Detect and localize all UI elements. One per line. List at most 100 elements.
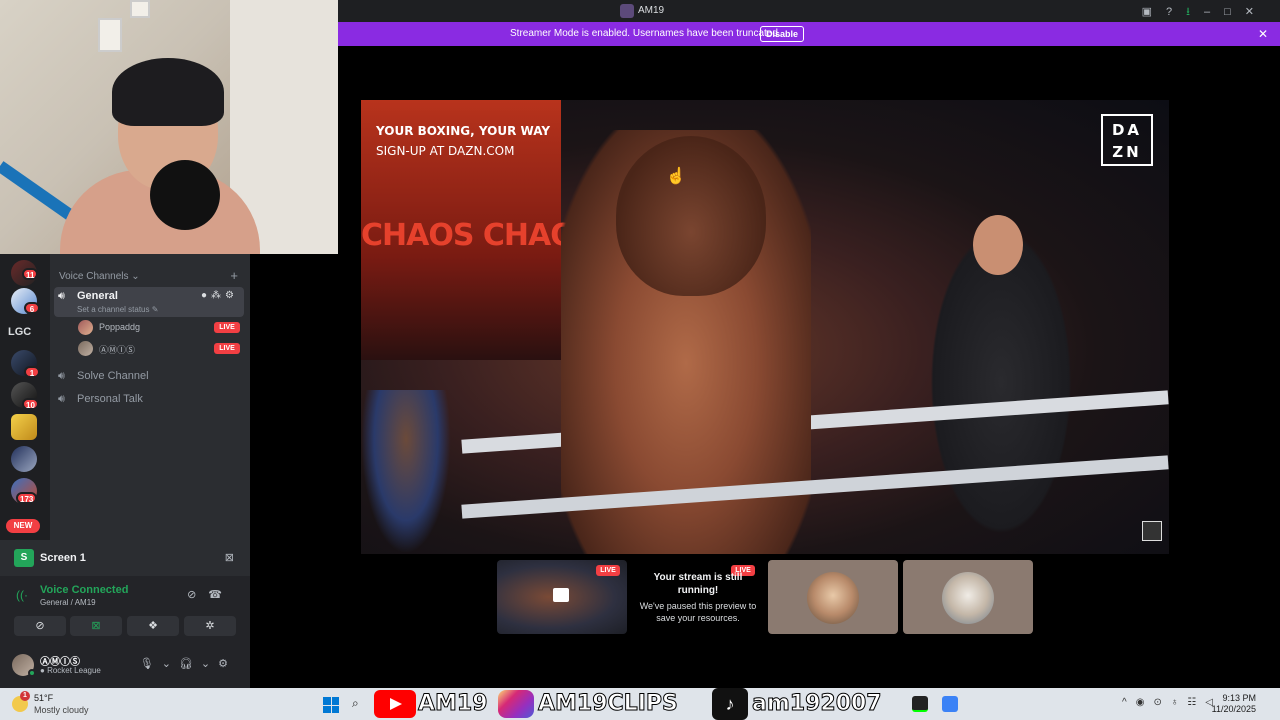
voice-actions: ⊘☎ xyxy=(187,588,234,601)
wall-picture-frame xyxy=(130,0,150,18)
share-screen-button[interactable]: ⊠ xyxy=(70,616,122,636)
window-title: AM19 xyxy=(638,5,665,16)
server-icon[interactable] xyxy=(11,414,37,440)
tray-app-icon[interactable]: ◉ xyxy=(1136,697,1154,708)
youtube-handle: AM19 xyxy=(418,691,489,717)
close-icon[interactable]: ✕ xyxy=(1258,27,1268,41)
referee xyxy=(361,390,451,554)
new-badge[interactable]: NEW xyxy=(6,519,40,533)
channel-sidebar: Voice Channels ⌄ + 🔊︎ General Set a chan… xyxy=(50,254,250,540)
member-name: ⒶⓂⒾⓈ xyxy=(99,345,136,355)
clock-date: 11/20/2025 xyxy=(1211,704,1256,714)
participant-tile[interactable] xyxy=(768,560,898,634)
window-titlebar: AM19 ▣?⭳–□✕ xyxy=(338,0,1280,22)
maximize-button[interactable]: □ xyxy=(1224,6,1245,18)
participant-tile[interactable] xyxy=(903,560,1033,634)
mic-icon[interactable]: ♁ xyxy=(1171,697,1188,708)
screen-share-row[interactable]: S Screen 1 ⊠ xyxy=(0,540,250,576)
tiktok-handle: am192007 xyxy=(752,691,883,717)
paused-preview-tile[interactable]: LIVE Your stream is still running! We've… xyxy=(633,560,763,634)
user-activity: ● Rocket League xyxy=(40,666,101,675)
voice-channel-general[interactable]: 🔊︎ General Set a channel status ✎ ●⁂⚙ xyxy=(54,287,244,317)
streamer-mode-banner: Streamer Mode is enabled. Usernames have… xyxy=(338,22,1280,46)
search-icon[interactable]: ⌕ xyxy=(352,696,359,711)
speaker-lock-icon: 🔊︎ xyxy=(58,393,65,405)
stop-share-icon[interactable]: ⊠ xyxy=(225,551,234,564)
promo-headline: YOUR BOXING, YOUR WAY xyxy=(376,124,551,138)
channel-status[interactable]: Set a channel status ✎ xyxy=(77,305,158,314)
wall-picture-frame xyxy=(98,18,122,52)
banner-text: Streamer Mode is enabled. Usernames have… xyxy=(510,28,781,39)
disconnect-icon[interactable]: ☎ xyxy=(208,589,234,601)
channel-name: Solve Channel xyxy=(77,370,149,382)
system-tray: ^◉⊙♁☷◁ xyxy=(1122,697,1222,708)
weather-temp[interactable]: 51°F xyxy=(34,693,53,703)
avatar xyxy=(78,320,93,335)
category-voice-channels[interactable]: Voice Channels ⌄ xyxy=(59,271,140,282)
voice-channel-solve[interactable]: 🔊︎ Solve Channel xyxy=(54,367,244,387)
live-badge: LIVE xyxy=(214,322,240,333)
notification-badge: 173 xyxy=(16,492,38,504)
member-name: Poppaddg xyxy=(99,322,141,332)
speaker-lock-icon: 🔊︎ xyxy=(58,370,65,382)
activities-button[interactable]: ❖ xyxy=(127,616,179,636)
clock-time: 9:13 PM xyxy=(1222,693,1256,703)
voice-connected-label[interactable]: Voice Connected xyxy=(40,584,128,596)
taskbar-app-icon[interactable] xyxy=(942,696,958,712)
add-channel-icon[interactable]: + xyxy=(230,268,238,283)
soundboard-button[interactable]: ✲ xyxy=(184,616,236,636)
gear-icon[interactable]: ⚙ xyxy=(218,658,236,670)
minimize-button[interactable]: – xyxy=(1204,6,1224,18)
webcam-overlay xyxy=(0,0,338,254)
stream-preview-tile[interactable]: LIVE xyxy=(497,560,627,634)
voice-channel-personal[interactable]: 🔊︎ Personal Talk xyxy=(54,390,244,410)
avatar xyxy=(807,572,859,624)
tiktok-icon: ♪ xyxy=(712,688,748,720)
camera-button[interactable]: ⊘ xyxy=(14,616,66,636)
paused-subtitle: We've paused this preview to save your r… xyxy=(639,601,757,623)
voice-member[interactable]: Poppaddg LIVE xyxy=(78,319,244,337)
avatar xyxy=(78,341,93,356)
weather-condition[interactable]: Mostly cloudy xyxy=(34,705,89,715)
server-label[interactable]: LGC xyxy=(8,326,31,338)
paused-title: Your stream is still running! xyxy=(653,572,743,596)
notification-badge: 11 xyxy=(22,268,39,280)
broadcast-bug-icon xyxy=(1142,521,1162,541)
stream-video[interactable]: CHAOS CHAOS YOUR BOXING, YOUR WAY SIGN-U… xyxy=(361,100,1169,554)
chevron-up-icon[interactable]: ^ xyxy=(1122,697,1136,708)
screen-share-icon xyxy=(553,588,569,602)
user-tools: 🎙︎⌄🎧︎⌄⚙ xyxy=(140,657,236,670)
download-icon[interactable]: ⭳ xyxy=(1186,6,1204,18)
start-button[interactable] xyxy=(323,697,339,713)
dazn-logo: DAZN xyxy=(1101,114,1153,166)
help-icon[interactable]: ? xyxy=(1166,6,1186,18)
voice-channel-path[interactable]: General / AM19 xyxy=(40,598,96,607)
weather-badge: 1 xyxy=(20,691,30,701)
notification-badge: 6 xyxy=(24,302,40,314)
headphones-icon[interactable]: 🎧︎⌄ xyxy=(179,658,218,670)
location-icon[interactable]: ⊙ xyxy=(1153,697,1170,708)
speaker-icon: 🔊︎ xyxy=(58,290,65,302)
social-overlay: AM19 AM19CLIPS ♪ am192007 xyxy=(372,688,902,720)
voice-member[interactable]: ⒶⓂⒾⓈ LIVE xyxy=(78,340,244,358)
taskbar-app-icon[interactable] xyxy=(912,696,928,712)
youtube-icon xyxy=(374,690,416,718)
clock[interactable]: 9:13 PM 11/20/2025 xyxy=(1212,693,1256,715)
noise-suppression-icon[interactable]: ⊘ xyxy=(187,589,208,601)
invite-icon[interactable]: ⁂ xyxy=(211,290,225,301)
online-status-icon xyxy=(28,669,36,677)
mic-icon[interactable]: 🎙︎⌄ xyxy=(140,658,179,670)
microphone xyxy=(150,160,220,230)
disable-button[interactable]: Disable xyxy=(760,26,804,42)
avatar xyxy=(942,572,994,624)
close-window-button[interactable]: ✕ xyxy=(1245,6,1268,18)
gear-icon[interactable]: ⚙ xyxy=(225,290,238,301)
channel-name: General xyxy=(77,290,118,302)
chat-icon[interactable]: ● xyxy=(201,290,211,301)
window-controls: ▣?⭳–□✕ xyxy=(1142,3,1268,22)
windows-taskbar: 1 51°F Mostly cloudy ⌕ AM19 AM19CLIPS ♪ … xyxy=(0,688,1280,720)
inbox-icon[interactable]: ▣ xyxy=(1142,6,1166,18)
instagram-icon xyxy=(498,690,534,718)
wifi-icon[interactable]: ☷ xyxy=(1187,697,1205,708)
server-icon[interactable] xyxy=(11,446,37,472)
